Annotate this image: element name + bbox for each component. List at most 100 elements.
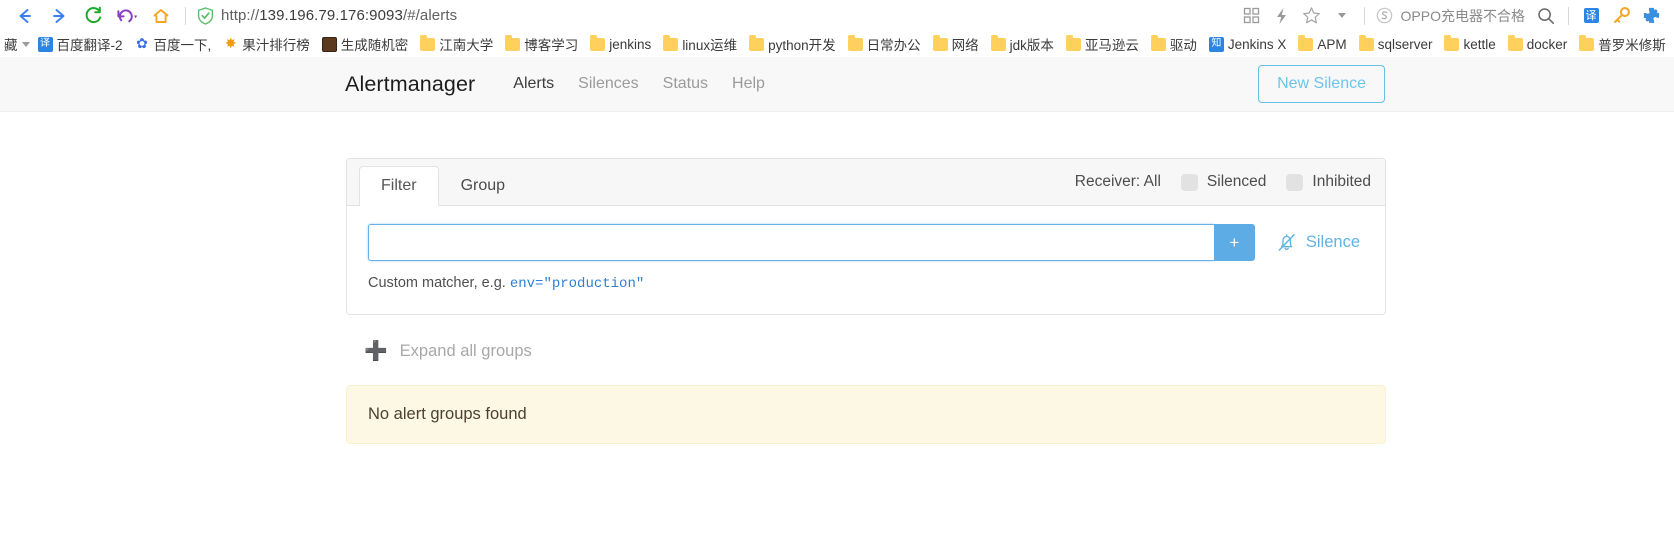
folder-icon — [505, 35, 521, 51]
nav-link-help[interactable]: Help — [720, 69, 777, 99]
filter-card-header: Filter Group Receiver: All Silenced Inhi… — [347, 159, 1385, 206]
inhibited-checkbox[interactable] — [1286, 173, 1304, 191]
undo-history-icon — [117, 8, 138, 22]
juice-icon: ✸ — [224, 36, 237, 52]
bookmark-label: jenkins — [609, 36, 652, 52]
bookmark-overflow-label: 藏 — [4, 38, 18, 53]
bookmark-label: docker — [1526, 36, 1568, 52]
filter-card-body: + Silence Custom matcher, e.g. env="prod… — [347, 206, 1385, 314]
browser-toolbar: http://139.196.79.176:9093/#/alerts OPPO… — [0, 0, 1674, 31]
bookmark-item[interactable]: linux运维 — [657, 33, 743, 55]
bookmark-item[interactable]: 网络 — [927, 33, 985, 55]
toolbar-overflow-button[interactable] — [1327, 2, 1357, 30]
history-back-button[interactable] — [110, 2, 144, 30]
bookmark-item[interactable]: ✿ 百度一下, — [129, 33, 218, 55]
app-container: Filter Group Receiver: All Silenced Inhi… — [346, 158, 1386, 444]
silenced-checkbox[interactable] — [1180, 173, 1198, 191]
toolbar-divider-3 — [1568, 6, 1569, 25]
bookmark-item[interactable]: kettle — [1438, 33, 1501, 55]
bookmark-label: 亚马逊云 — [1084, 38, 1139, 53]
silenced-toggle[interactable]: Silenced — [1180, 173, 1266, 191]
reload-icon — [85, 6, 101, 24]
matcher-input-row: + Silence — [368, 224, 1364, 261]
search-submit-button[interactable] — [1531, 2, 1561, 30]
extensions-button[interactable] — [1636, 2, 1666, 30]
translate-square-icon: 译 — [37, 36, 53, 52]
random-password-icon — [321, 36, 337, 52]
nav-link-alerts[interactable]: Alerts — [501, 69, 566, 99]
nav-link-silences[interactable]: Silences — [566, 69, 650, 99]
bookmark-label: 百度一下, — [153, 38, 212, 53]
bookmark-star-button[interactable] — [1297, 2, 1327, 30]
tab-group[interactable]: Group — [439, 166, 527, 206]
key-password-icon — [1613, 7, 1630, 24]
bookmark-overflow[interactable]: 藏 — [2, 33, 32, 55]
bookmark-label: 日常办公 — [866, 38, 921, 53]
bookmark-item[interactable]: jdk版本 — [985, 33, 1060, 55]
receiver-selector[interactable]: Receiver: All — [1075, 173, 1161, 191]
plus-icon: ➕ — [364, 340, 388, 362]
folder-icon — [1150, 35, 1166, 51]
folder-icon — [847, 35, 863, 51]
folder-icon — [1579, 35, 1595, 51]
bookmark-item[interactable]: sqlserver — [1353, 33, 1439, 55]
app-nav-links: Alerts Silences Status Help — [501, 69, 777, 99]
matcher-hint: Custom matcher, e.g. env="production" — [368, 275, 1364, 292]
bookmark-item[interactable]: jenkins — [584, 33, 657, 55]
search-query: OPPO充电器不合格 — [1400, 7, 1525, 24]
bookmark-item[interactable]: 日常办公 — [842, 33, 927, 55]
address-bar[interactable]: http://139.196.79.176:9093/#/alerts — [193, 3, 1237, 29]
bookmark-label: python开发 — [768, 38, 836, 53]
folder-icon — [932, 35, 948, 51]
folder-icon — [1298, 35, 1314, 51]
bookmark-item[interactable]: 生成随机密 — [316, 33, 415, 55]
bookmark-item[interactable]: APM — [1292, 33, 1352, 55]
back-button[interactable] — [8, 2, 42, 30]
folder-icon — [1507, 35, 1523, 51]
bookmark-item[interactable]: 博客学习 — [499, 33, 584, 55]
bookmark-item[interactable]: docker — [1502, 33, 1574, 55]
bell-slash-icon — [1278, 233, 1295, 251]
filter-card: Filter Group Receiver: All Silenced Inhi… — [346, 158, 1386, 315]
bookmark-item[interactable]: python开发 — [743, 33, 842, 55]
star-bookmark-icon — [1303, 7, 1320, 24]
inhibited-toggle[interactable]: Inhibited — [1286, 173, 1371, 191]
bookmark-item[interactable]: ✸ 果汁排行榜 — [217, 33, 316, 55]
silence-action-button[interactable]: Silence — [1276, 224, 1364, 261]
forward-button[interactable] — [42, 2, 76, 30]
sogou-s-icon — [1376, 7, 1392, 24]
url-host: 139.196.79.176:9093 — [259, 7, 403, 24]
empty-state-message: No alert groups found — [346, 385, 1386, 444]
tab-filter[interactable]: Filter — [359, 166, 439, 206]
folder-icon — [590, 35, 606, 51]
bookmark-item[interactable]: 知 Jenkins X — [1203, 33, 1293, 55]
bookmark-label: Jenkins X — [1227, 36, 1287, 52]
folder-icon — [1358, 35, 1374, 51]
bookmark-label: kettle — [1463, 36, 1496, 52]
expand-all-groups-button[interactable]: ➕ Expand all groups — [364, 342, 1386, 361]
bookmark-item[interactable]: 译百度翻译-2 — [32, 33, 129, 55]
reload-button[interactable] — [76, 2, 110, 30]
browser-toolbar-right: OPPO充电器不合格 译 — [1237, 2, 1666, 30]
bookmark-label: 果汁排行榜 — [242, 38, 310, 53]
bookmark-item[interactable]: 普罗米修斯 — [1573, 33, 1672, 55]
app-page: Filter Group Receiver: All Silenced Inhi… — [0, 112, 1674, 444]
password-extension-button[interactable] — [1606, 2, 1636, 30]
bookmark-item[interactable]: 亚马逊云 — [1060, 33, 1145, 55]
add-matcher-button[interactable]: + — [1213, 224, 1255, 261]
grid-apps-button[interactable] — [1237, 2, 1267, 30]
bookmark-label: 普罗米修斯 — [1598, 38, 1666, 53]
search-box[interactable]: OPPO充电器不合格 — [1372, 3, 1531, 29]
bookmark-item[interactable]: 驱动 — [1145, 33, 1203, 55]
new-silence-button[interactable]: New Silence — [1258, 64, 1385, 104]
translate-extension-button[interactable]: 译 — [1576, 2, 1606, 30]
filter-tabs: Filter Group — [359, 166, 527, 206]
home-button[interactable] — [144, 2, 178, 30]
matcher-input[interactable] — [368, 224, 1214, 261]
folder-icon — [1065, 35, 1081, 51]
folder-icon — [1444, 35, 1460, 51]
folder-icon — [749, 35, 765, 51]
bookmark-item[interactable]: 江南大学 — [414, 33, 499, 55]
lightning-button[interactable] — [1267, 2, 1297, 30]
nav-link-status[interactable]: Status — [651, 69, 720, 99]
